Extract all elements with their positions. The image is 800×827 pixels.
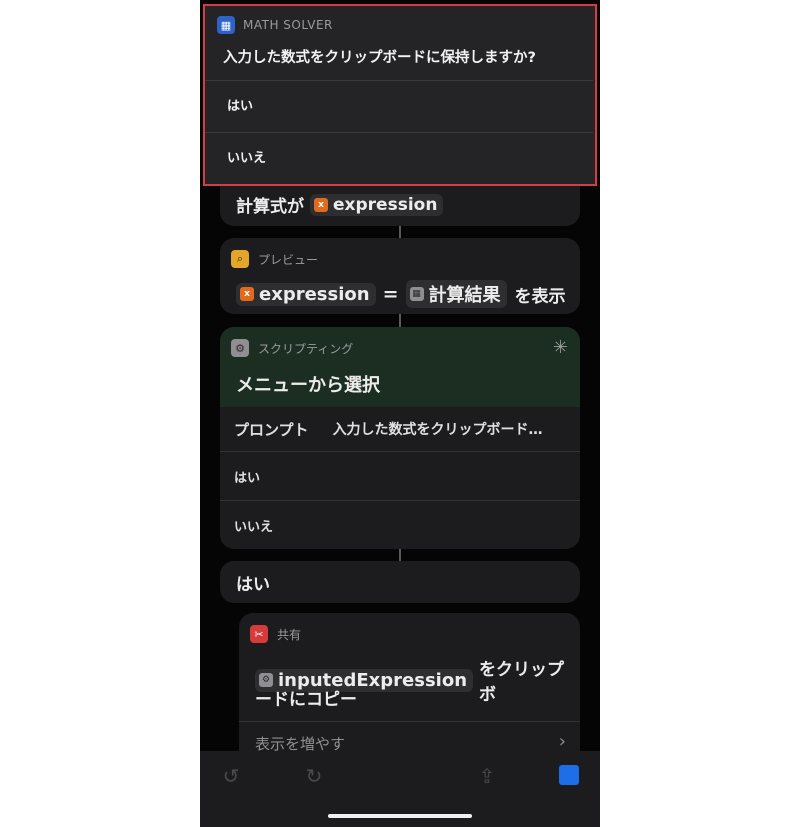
prompt-label: プロンプト	[234, 420, 309, 439]
share-text-line2: ードにコピー	[255, 690, 357, 710]
yes-branch-label: はい	[236, 575, 270, 595]
choose-from-menu-card[interactable]: ⚙ スクリプティング ✳ メニューから選択 プロンプト 入力した数式をクリップボ…	[220, 327, 580, 549]
condition-label: 計算式が	[236, 197, 304, 217]
copy-to-clipboard-card[interactable]: ✂ 共有 ⚙ inputedExpression をクリップボ ードにコピー 表…	[239, 613, 580, 773]
calculator-icon: ▦	[409, 287, 424, 301]
menu-option-yes[interactable]: はい	[220, 451, 580, 500]
gear-icon: ⚙	[231, 339, 249, 357]
prompt-row[interactable]: プロンプト 入力した数式をクリップボード…	[220, 407, 580, 451]
scripting-header: スクリプティング	[258, 341, 354, 356]
undo-icon[interactable]: ↺	[220, 765, 242, 787]
result-token[interactable]: ▦ 計算結果	[405, 280, 507, 308]
expression-token[interactable]: x expression	[236, 282, 376, 306]
menu-title: メニューから選択	[236, 375, 380, 396]
highlight-box	[203, 4, 597, 186]
share-text-line1: をクリップボ	[479, 660, 565, 705]
flow-connector	[399, 312, 401, 328]
scissors-icon: ✂	[250, 625, 268, 643]
equals-sign: =	[382, 283, 399, 305]
variable-icon: x	[240, 287, 254, 301]
preview-suffix: を表示	[514, 286, 566, 307]
loading-spinner-icon: ✳	[552, 337, 568, 358]
yes-branch-block[interactable]: はい	[220, 561, 580, 603]
menu-option-no[interactable]: いいえ	[220, 500, 580, 549]
chevron-right-icon: ›	[558, 731, 566, 752]
preview-header: プレビュー	[258, 252, 319, 267]
variable-icon: x	[314, 197, 328, 212]
prompt-value: 入力した数式をクリップボード…	[332, 422, 543, 438]
share-header: 共有	[277, 627, 302, 642]
redo-icon[interactable]: ↻	[303, 765, 325, 787]
expression-token[interactable]: x expression	[310, 193, 444, 216]
flow-connector	[399, 549, 401, 561]
preview-icon: ⌕	[231, 250, 249, 268]
stop-icon[interactable]	[559, 765, 579, 785]
home-indicator	[328, 814, 472, 818]
preview-action-card[interactable]: ⌕ プレビュー x expression = ▦ 計算結果 を表示	[220, 238, 580, 314]
share-icon[interactable]: ⇪	[476, 765, 498, 787]
